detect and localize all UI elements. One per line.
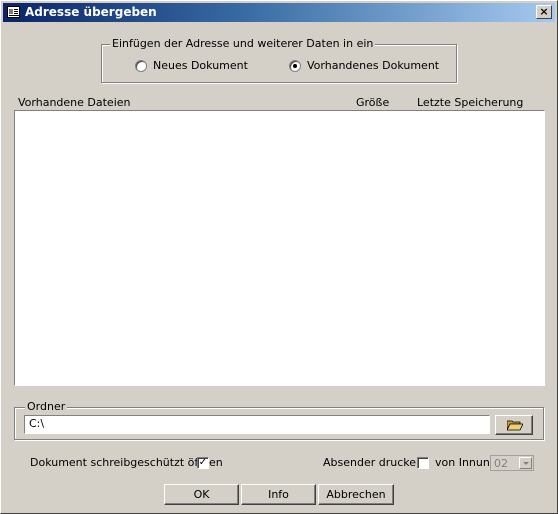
guild-checkbox[interactable] xyxy=(417,457,429,469)
insert-target-legend: Einfügen der Adresse und weiterer Daten … xyxy=(110,37,376,50)
folder-legend: Ordner xyxy=(25,400,68,413)
radio-new-document-button[interactable] xyxy=(135,59,147,72)
browse-folder-button[interactable] xyxy=(495,415,533,435)
window-title: Adresse übergeben xyxy=(25,5,157,19)
radio-existing-document[interactable]: Vorhandenes Dokument xyxy=(289,59,439,72)
dialog-window: Adresse übergeben × Einfügen der Adresse… xyxy=(0,0,558,514)
close-button[interactable]: × xyxy=(536,5,552,19)
cancel-button[interactable]: Abbrechen xyxy=(318,484,394,505)
column-header-files[interactable]: Vorhandene Dateien xyxy=(18,96,131,109)
folder-path-field[interactable]: C:\ xyxy=(24,415,490,434)
sender-label: Absender drucken xyxy=(323,456,423,469)
folder-group: Ordner C:\ xyxy=(14,400,544,440)
radio-new-document[interactable]: Neues Dokument xyxy=(135,59,248,72)
insert-target-group: Einfügen der Adresse und weiterer Daten … xyxy=(101,37,457,83)
ok-button[interactable]: OK xyxy=(164,484,239,505)
form-icon xyxy=(7,6,20,18)
guild-select-value: 02 xyxy=(494,457,508,470)
guild-select[interactable]: 02 xyxy=(490,455,534,471)
readonly-label: Dokument schreibgeschützt öffnen xyxy=(30,456,223,469)
radio-new-document-label: Neues Dokument xyxy=(153,59,248,72)
readonly-checkbox[interactable]: ✓ xyxy=(197,457,209,469)
guild-label: von Innung xyxy=(435,456,497,469)
title-bar[interactable]: Adresse übergeben × xyxy=(3,3,555,22)
folder-open-icon xyxy=(507,420,523,431)
column-header-last-saved[interactable]: Letzte Speicherung xyxy=(417,96,523,109)
file-list[interactable] xyxy=(14,110,545,386)
radio-existing-document-label: Vorhandenes Dokument xyxy=(307,59,440,72)
column-header-size[interactable]: Größe xyxy=(356,96,389,109)
info-button[interactable]: Info xyxy=(241,484,316,505)
radio-existing-document-button[interactable] xyxy=(289,59,301,72)
chevron-down-icon[interactable] xyxy=(519,457,532,469)
